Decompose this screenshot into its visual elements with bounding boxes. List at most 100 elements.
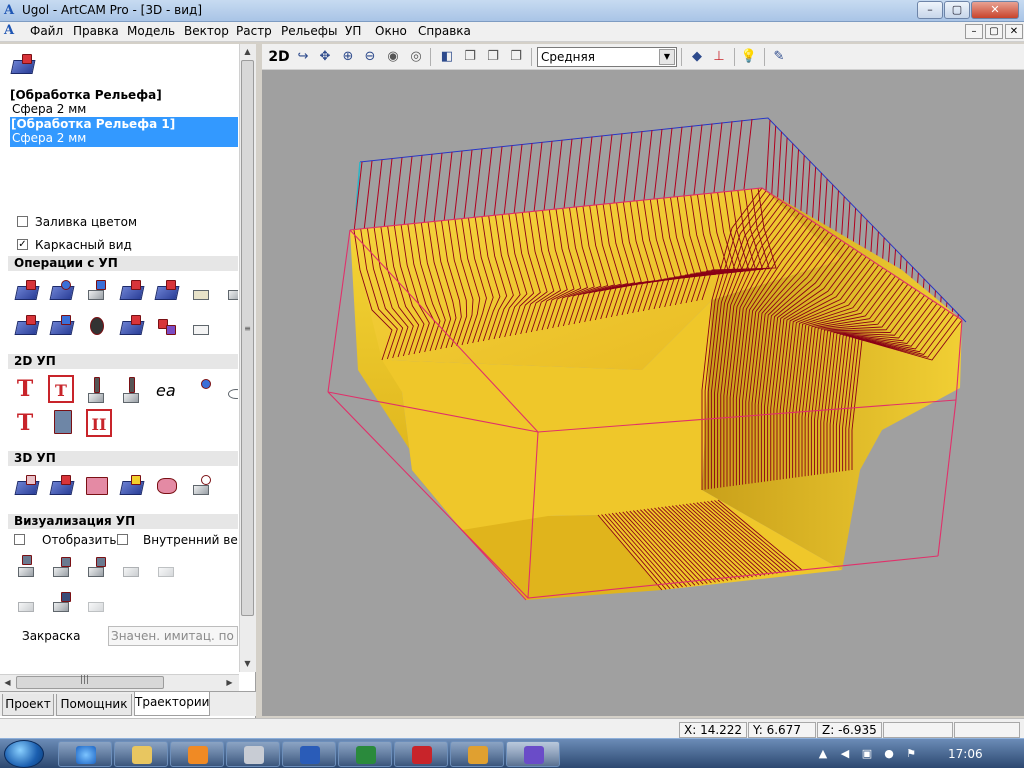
panel-horizontal-scrollbar[interactable]: ◀ ||| ▶ [0, 674, 239, 691]
engraving-icon[interactable]: ea [154, 377, 180, 403]
inlay-icon[interactable] [224, 377, 238, 403]
rest-machining-icon[interactable] [84, 473, 110, 499]
front-view-icon[interactable]: ❐ [461, 48, 479, 66]
tab-assistant[interactable]: Помощник [56, 694, 132, 716]
top-view-icon[interactable]: ❐ [507, 48, 525, 66]
inner-vector-checkbox[interactable] [117, 534, 128, 545]
taskbar-cad[interactable] [394, 741, 448, 767]
close-button[interactable]: ✕ [971, 1, 1019, 19]
panel-vertical-scrollbar[interactable]: ▲ ≡ ▼ [239, 44, 256, 672]
taskbar-folder[interactable] [450, 741, 504, 767]
menu-model[interactable]: Модель [127, 24, 175, 38]
transform-toolpath-icon[interactable] [84, 313, 110, 339]
wireframe-checkbox[interactable]: ✓ [17, 239, 28, 250]
render-settings-icon[interactable]: ✎ [770, 48, 788, 66]
axes-icon[interactable]: ⊥ [710, 48, 728, 66]
simulation-save-icon[interactable] [49, 590, 75, 616]
save-toolpath-icon[interactable] [14, 278, 40, 304]
relief-3d-render[interactable] [262, 70, 1024, 716]
menu-reliefs[interactable]: Рельефы [281, 24, 337, 38]
pencil-machining-icon[interactable] [119, 473, 145, 499]
scroll-thumb-horizontal[interactable] [16, 676, 164, 689]
relief-plane-icon[interactable]: ◆ [688, 48, 706, 66]
taskbar-excel[interactable] [338, 741, 392, 767]
view-2d-button[interactable]: 2D [268, 48, 290, 66]
taskbar-calculator[interactable] [226, 741, 280, 767]
lighting-icon[interactable]: 💡 [740, 48, 758, 66]
side-view-icon[interactable]: ❐ [484, 48, 502, 66]
toolpath-preview-icon[interactable] [189, 313, 215, 339]
taskbar-word[interactable] [282, 741, 336, 767]
fill-color-checkbox[interactable] [17, 216, 28, 227]
shading-dropdown[interactable]: Значен. имитац. по [108, 626, 238, 646]
network-icon[interactable]: ▣ [860, 747, 874, 761]
rotate-view-icon[interactable]: ↪ [294, 48, 312, 66]
toolpath-info-icon[interactable] [49, 278, 75, 304]
toolpaths-list-icon[interactable] [10, 52, 36, 78]
fluting-icon[interactable]: II [86, 409, 112, 437]
app-menu-icon[interactable]: A [4, 23, 14, 38]
menu-window[interactable]: Окно [375, 24, 407, 38]
taskbar-explorer[interactable] [114, 741, 168, 767]
scroll-right-icon[interactable]: ▶ [222, 675, 237, 690]
toolpath-item[interactable]: [Обработка Рельефа] Сфера 2 мм [10, 88, 238, 118]
feature-machining-icon[interactable] [189, 377, 215, 403]
3d-analysis-icon[interactable] [189, 473, 215, 499]
menu-raster[interactable]: Растр [236, 24, 272, 38]
toolpath-report-icon[interactable] [189, 278, 215, 304]
mdi-minimize-button[interactable]: – [965, 24, 983, 39]
zoom-in-icon[interactable]: ⊕ [339, 48, 357, 66]
taskbar-ie[interactable] [58, 741, 112, 767]
taskbar-artcam[interactable] [506, 741, 560, 767]
detail-level-select[interactable]: Средняя детализация ▼ [537, 47, 677, 82]
simulate-tool-icon[interactable] [84, 555, 110, 581]
mdi-close-button[interactable]: ✕ [1005, 24, 1023, 39]
taskbar-media[interactable] [170, 741, 224, 767]
pan-view-icon[interactable]: ✥ [316, 48, 334, 66]
volume-icon[interactable]: ◀ [838, 747, 852, 761]
save-toolpath-file-icon[interactable] [49, 313, 75, 339]
simulate-toolpath-icon[interactable] [14, 555, 40, 581]
bevel-carving-icon[interactable]: T [12, 409, 38, 437]
show-checkbox[interactable] [14, 534, 25, 545]
scroll-thumb[interactable] [241, 60, 254, 616]
chevron-down-icon[interactable]: ▼ [659, 49, 675, 65]
menu-file[interactable]: Файл [30, 24, 63, 38]
menu-edit[interactable]: Правка [73, 24, 119, 38]
toolpath-group-icon[interactable] [154, 278, 180, 304]
scroll-left-icon[interactable]: ◀ [0, 675, 15, 690]
menu-toolpaths[interactable]: УП [345, 24, 361, 38]
machine-relief-icon[interactable] [14, 473, 40, 499]
multi-tool-icon[interactable] [50, 410, 76, 436]
scroll-up-icon[interactable]: ▲ [240, 44, 255, 59]
zoom-fit-icon[interactable]: ◎ [407, 48, 425, 66]
load-toolpath-icon[interactable] [14, 313, 40, 339]
toolpath-item-selected[interactable]: [Обработка Рельефа 1] Сфера 2 мм [10, 117, 238, 147]
action-center-icon[interactable]: ⚑ [904, 747, 918, 761]
mdi-restore-button[interactable]: ▢ [985, 24, 1003, 39]
tab-trajectories[interactable]: Траектории [134, 692, 210, 716]
maximize-button[interactable]: ▢ [944, 1, 970, 19]
vbit-carving-icon[interactable] [119, 377, 145, 403]
update-icon[interactable]: ● [882, 747, 896, 761]
add-toolpath-icon[interactable] [119, 313, 145, 339]
iso-view-icon[interactable]: ◧ [438, 48, 456, 66]
toolpath-tool-icon[interactable] [224, 278, 238, 304]
toolpath-merge-icon[interactable] [119, 278, 145, 304]
menu-help[interactable]: Справка [418, 24, 471, 38]
toolpath-stock-icon[interactable] [84, 278, 110, 304]
menu-vector[interactable]: Вектор [184, 24, 229, 38]
drilling-icon[interactable] [84, 377, 110, 403]
start-button[interactable] [4, 740, 44, 768]
feature-3d-icon[interactable] [154, 473, 180, 499]
minimize-button[interactable]: – [917, 1, 943, 19]
zoom-box-icon[interactable]: ◉ [384, 48, 402, 66]
3d-viewport[interactable] [262, 70, 1024, 716]
simulate-block-icon[interactable] [49, 555, 75, 581]
clock[interactable]: 17:06 [948, 747, 983, 761]
z-level-roughing-icon[interactable] [49, 473, 75, 499]
scroll-down-icon[interactable]: ▼ [240, 656, 255, 671]
area-clearance-icon[interactable]: T [48, 375, 74, 403]
tray-chevron-icon[interactable]: ▲ [816, 747, 830, 761]
toolpath-points-icon[interactable] [154, 313, 180, 339]
